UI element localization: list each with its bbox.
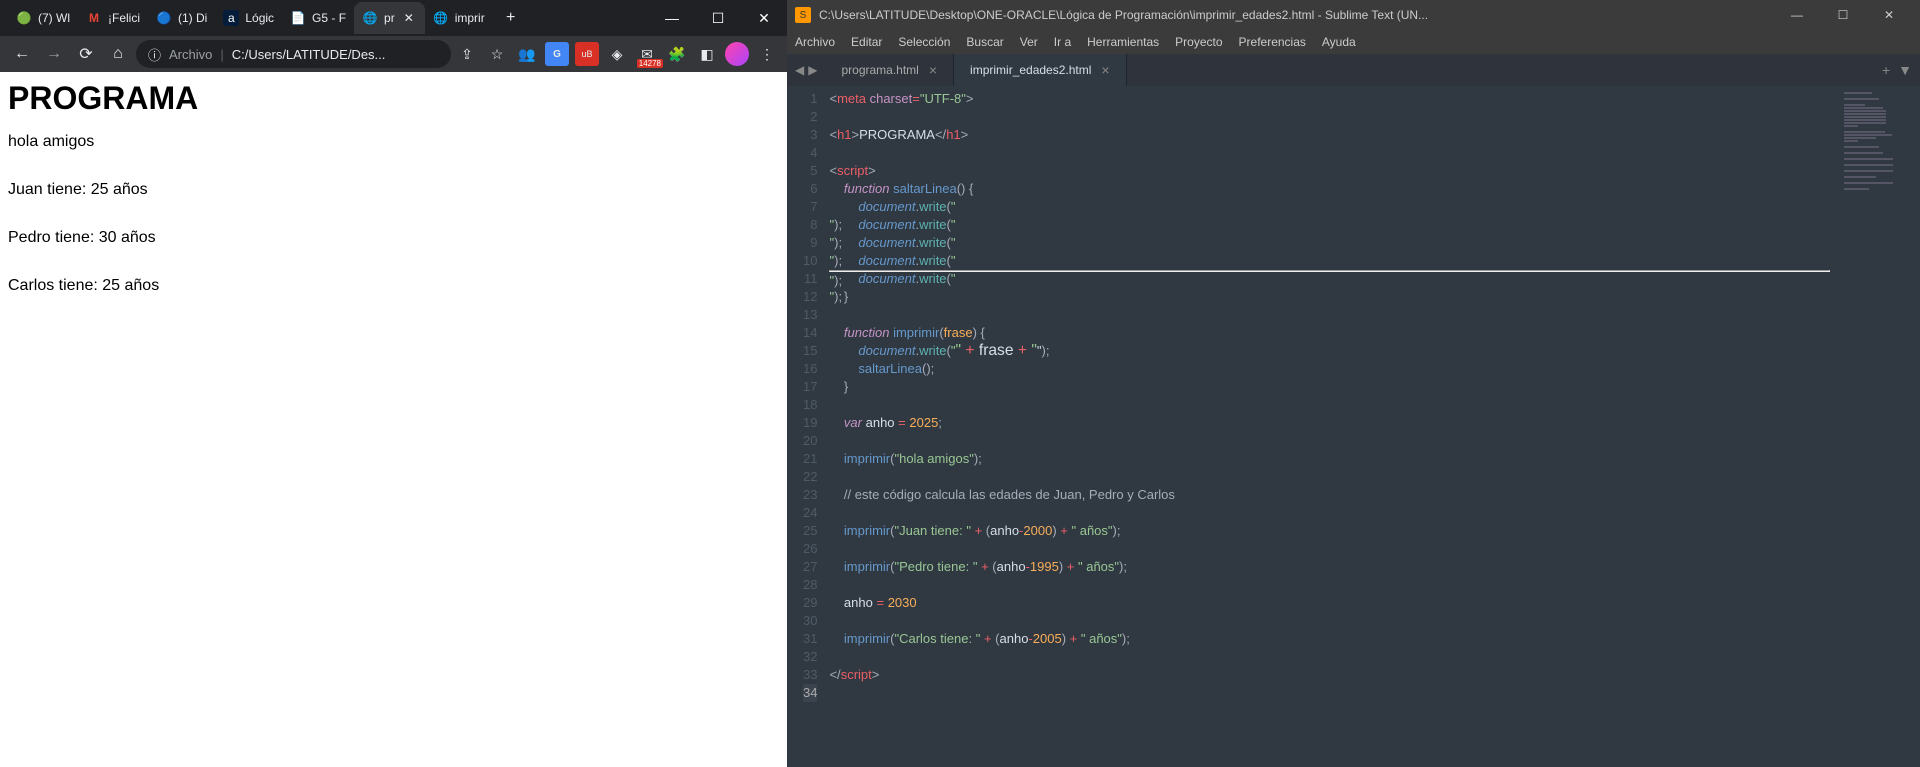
menu-proyecto[interactable]: Proyecto (1175, 35, 1222, 49)
close-icon[interactable]: × (929, 62, 937, 78)
reload-button[interactable]: ⟳ (72, 40, 100, 68)
window-title: C:\Users\LATITUDE\Desktop\ONE-ORACLE\Lóg… (819, 8, 1774, 22)
gutter: 1234567891011121314151617181920212223242… (787, 86, 827, 767)
close-icon[interactable]: × (1101, 62, 1109, 78)
menu-buscar[interactable]: Buscar (966, 35, 1003, 49)
file-tab-name: programa.html (841, 63, 918, 77)
tab-favicon: 📄 (290, 10, 306, 26)
browser-tab[interactable]: 📄 G5 - F (282, 2, 354, 34)
forward-button[interactable]: → (40, 40, 68, 68)
page-text: Carlos tiene: 25 años (8, 277, 779, 295)
tab-favicon: 🔵 (156, 10, 172, 26)
tab-next-icon[interactable]: ▶ (808, 63, 817, 77)
tab-favicon: M (86, 10, 102, 26)
url-bar[interactable]: ⓘ Archivo | C:/Users/LATITUDE/Des... (136, 40, 451, 68)
tab-title: ¡Felici (108, 11, 140, 25)
page-text: Pedro tiene: 30 años (8, 229, 779, 247)
menu-icon[interactable]: ⋮ (755, 42, 779, 66)
browser-tab[interactable]: 🔵 (1) Di (148, 2, 215, 34)
menu-herramientas[interactable]: Herramientas (1087, 35, 1159, 49)
browser-tab[interactable]: M ¡Felici (78, 2, 148, 34)
menu-editar[interactable]: Editar (851, 35, 882, 49)
window-controls: — ☐ ✕ (649, 0, 787, 36)
browser-tab[interactable]: a Lógic (215, 2, 282, 34)
browser-tab[interactable]: 🟢 (7) Wl (8, 2, 78, 34)
chrome-titlebar: 🟢(7) Wl M¡Felici 🔵(1) Di aLógic 📄G5 - F … (0, 0, 787, 36)
extension-icon[interactable]: ✉14278 (635, 42, 659, 66)
avatar[interactable] (725, 42, 749, 66)
sublime-titlebar: S C:\Users\LATITUDE\Desktop\ONE-ORACLE\L… (787, 0, 1920, 30)
tab-title: (1) Di (178, 11, 207, 25)
file-tab-active[interactable]: imprimir_edades2.html × (954, 54, 1127, 86)
page-text: hola amigos (8, 133, 779, 151)
extension-icon[interactable]: 👥 (515, 42, 539, 66)
file-tab[interactable]: programa.html × (825, 54, 954, 86)
tab-title: pr (384, 11, 395, 25)
maximize-button[interactable]: ☐ (695, 0, 741, 36)
extension-icon[interactable]: ◈ (605, 42, 629, 66)
editor[interactable]: 1234567891011121314151617181920212223242… (787, 86, 1920, 767)
menu-archivo[interactable]: Archivo (795, 35, 835, 49)
close-button[interactable]: ✕ (741, 0, 787, 36)
chrome-window: 🟢(7) Wl M¡Felici 🔵(1) Di aLógic 📄G5 - F … (0, 0, 787, 767)
tab-nav: ◀ ▶ (787, 63, 825, 77)
tab-title: G5 - F (312, 11, 346, 25)
info-icon[interactable]: ⓘ (148, 45, 161, 64)
new-file-icon[interactable]: + (1882, 62, 1890, 78)
tab-prev-icon[interactable]: ◀ (795, 63, 804, 77)
menu-ayuda[interactable]: Ayuda (1322, 35, 1356, 49)
page-content: PROGRAMA hola amigos Juan tiene: 25 años… (0, 72, 787, 767)
home-button[interactable]: ⌂ (104, 40, 132, 68)
page-heading: PROGRAMA (8, 80, 779, 117)
minimize-button[interactable]: — (649, 0, 695, 36)
window-controls: — ☐ ✕ (1774, 0, 1912, 30)
close-button[interactable]: ✕ (1866, 0, 1912, 30)
tab-favicon: 🟢 (16, 10, 32, 26)
sublime-window: S C:\Users\LATITUDE\Desktop\ONE-ORACLE\L… (787, 0, 1920, 767)
menu-ver[interactable]: Ver (1020, 35, 1038, 49)
code-area[interactable]: <meta charset="UTF-8"> <h1>PROGRAMA</h1>… (827, 86, 1830, 767)
menu-preferencias[interactable]: Preferencias (1239, 35, 1306, 49)
tabs-strip: 🟢(7) Wl M¡Felici 🔵(1) Di aLógic 📄G5 - F … (0, 0, 649, 36)
tab-favicon: 🌐 (433, 10, 449, 26)
url-text: C:/Users/LATITUDE/Des... (232, 47, 386, 62)
maximize-button[interactable]: ☐ (1820, 0, 1866, 30)
url-scheme: Archivo (169, 47, 212, 62)
sublime-logo-icon: S (795, 7, 811, 23)
minimap[interactable] (1830, 86, 1920, 767)
tab-title: Lógic (245, 11, 274, 25)
new-tab-button[interactable]: + (497, 4, 525, 32)
tab-right-controls: + ▼ (1874, 62, 1920, 78)
tab-title: (7) Wl (38, 11, 70, 25)
star-icon[interactable]: ☆ (485, 42, 509, 66)
share-icon[interactable]: ⇪ (455, 42, 479, 66)
browser-tab-active[interactable]: 🌐 pr ✕ (354, 2, 425, 34)
menubar: Archivo Editar Selección Buscar Ver Ir a… (787, 30, 1920, 54)
extension-icon[interactable]: G (545, 42, 569, 66)
tab-favicon: a (223, 10, 239, 26)
tab-favicon: 🌐 (362, 10, 378, 26)
close-icon[interactable]: ✕ (401, 10, 417, 26)
tab-title: imprir (455, 11, 485, 25)
menu-ira[interactable]: Ir a (1054, 35, 1071, 49)
dropdown-icon[interactable]: ▼ (1898, 62, 1912, 78)
browser-tab[interactable]: 🌐 imprir (425, 2, 493, 34)
extensions-area: ⇪ ☆ 👥 G uB ◈ ✉14278 🧩 ◧ ⋮ (455, 42, 779, 66)
divider: | (220, 47, 223, 62)
sidepanel-icon[interactable]: ◧ (695, 42, 719, 66)
extension-icon[interactable]: uB (575, 42, 599, 66)
menu-seleccion[interactable]: Selección (898, 35, 950, 49)
minimize-button[interactable]: — (1774, 0, 1820, 30)
page-text: Juan tiene: 25 años (8, 181, 779, 199)
file-tabbar: ◀ ▶ programa.html × imprimir_edades2.html… (787, 54, 1920, 86)
badge-count: 14278 (637, 59, 663, 68)
extensions-icon[interactable]: 🧩 (665, 42, 689, 66)
chrome-toolbar: ← → ⟳ ⌂ ⓘ Archivo | C:/Users/LATITUDE/De… (0, 36, 787, 72)
back-button[interactable]: ← (8, 40, 36, 68)
file-tab-name: imprimir_edades2.html (970, 63, 1091, 77)
